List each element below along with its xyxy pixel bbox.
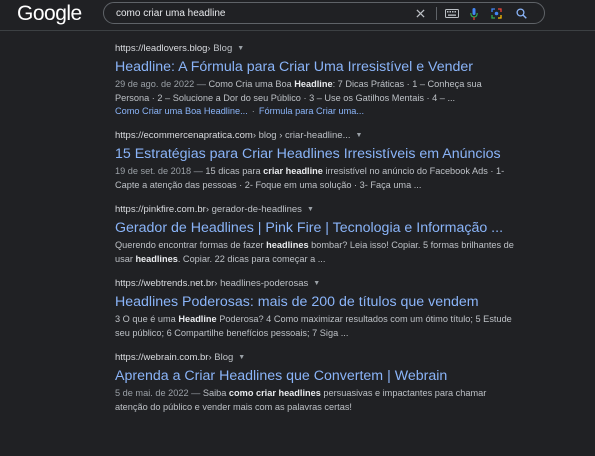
result-url[interactable]: https://webtrends.net.br › headlines-pod…: [115, 277, 515, 290]
microphone-icon[interactable]: [468, 7, 480, 20]
more-vert-icon[interactable]: ▼: [237, 42, 244, 55]
snippet-highlight: como criar headlines: [228, 388, 321, 398]
result-title[interactable]: Aprenda a Criar Headlines que Convertem …: [115, 367, 515, 386]
result-snippet: 29 de ago. de 2022 — Como Cria uma Boa H…: [115, 78, 515, 105]
sitelink[interactable]: Fórmula para Criar uma...: [259, 106, 364, 116]
search-result: https://pinkfire.com.br › gerador-de-hea…: [115, 203, 515, 266]
more-vert-icon[interactable]: ▼: [307, 203, 314, 216]
result-title[interactable]: 15 Estratégias para Criar Headlines Irre…: [115, 145, 515, 164]
snippet-text: Querendo encontrar formas de fazer: [115, 240, 267, 250]
result-snippet: 5 de mai. de 2022 — Saiba como criar hea…: [115, 387, 515, 414]
result-path: › Blog: [208, 352, 234, 363]
result-url[interactable]: https://leadlovers.blog › Blog ▼: [115, 42, 515, 55]
snippet-highlight: Headline: [178, 314, 217, 324]
more-vert-icon[interactable]: ▼: [313, 277, 320, 290]
more-vert-icon[interactable]: ▼: [238, 351, 245, 364]
result-path: › Blog: [207, 43, 233, 54]
search-result: https://webrain.com.br › Blog ▼ Aprenda …: [115, 351, 515, 414]
result-sitelinks: Como Criar uma Boa Headline... · Fórmula p…: [115, 105, 515, 118]
result-snippet: Querendo encontrar formas de fazer headl…: [115, 239, 515, 266]
top-bar: Google: [0, 0, 595, 30]
result-domain: https://webrain.com.br: [115, 352, 209, 363]
search-divider: [436, 7, 437, 20]
snippet-text: Saiba: [202, 388, 229, 398]
result-domain: https://leadlovers.blog: [115, 43, 208, 54]
snippet-text: 15 dicas para: [205, 166, 264, 176]
snippet-highlight: headlines: [135, 253, 178, 264]
result-path: › headlines-poderosas: [214, 278, 309, 289]
more-vert-icon[interactable]: ▼: [356, 129, 363, 142]
search-icon[interactable]: [514, 7, 528, 20]
result-url[interactable]: https://ecommercenapratica.com › blog › …: [115, 129, 515, 142]
search-results: https://leadlovers.blog › Blog ▼ Headlin…: [115, 42, 515, 425]
search-result: https://webtrends.net.br › headlines-pod…: [115, 277, 515, 340]
result-snippet: 19 de set. de 2018 — 15 dicas para criar…: [115, 165, 515, 192]
result-domain: https://ecommercenapratica.com: [115, 130, 253, 141]
sitelink-separator: ·: [251, 106, 255, 116]
snippet-text: Como Cria uma Boa: [208, 79, 295, 89]
result-domain: https://pinkfire.com.br: [115, 204, 206, 215]
result-url[interactable]: https://pinkfire.com.br › gerador-de-hea…: [115, 203, 515, 216]
result-title[interactable]: Headline: A Fórmula para Criar Uma Irres…: [115, 58, 515, 77]
sitelink[interactable]: Como Criar uma Boa Headline...: [115, 106, 248, 116]
google-logo[interactable]: Google: [17, 1, 82, 27]
camera-icon[interactable]: [490, 7, 502, 20]
snippet-highlight: Headline: [294, 79, 333, 89]
result-date: 19 de set. de 2018 —: [115, 166, 206, 176]
search-input[interactable]: [116, 5, 396, 21]
result-snippet: 3 O que é uma Headline Poderosa? 4 Como …: [115, 313, 515, 340]
close-icon[interactable]: [414, 7, 426, 20]
snippet-text: 3 O que é uma: [115, 314, 179, 324]
snippet-highlight: headlines: [266, 240, 309, 250]
result-domain: https://webtrends.net.br: [115, 278, 215, 289]
result-path: › gerador-de-headlines: [205, 204, 302, 215]
result-date: 5 de mai. de 2022 —: [115, 388, 203, 398]
header-divider: [0, 30, 595, 31]
search-result: https://ecommercenapratica.com › blog › …: [115, 129, 515, 192]
snippet-highlight: criar headline: [263, 166, 323, 176]
snippet-text: . Copiar. 22 dicas para começar a ...: [177, 253, 326, 264]
result-path: › blog › criar-headline...: [252, 130, 351, 141]
search-result: https://leadlovers.blog › Blog ▼ Headlin…: [115, 42, 515, 118]
search-box[interactable]: [103, 2, 545, 24]
result-title[interactable]: Headlines Poderosas: mais de 200 de títu…: [115, 293, 515, 312]
result-date: 29 de ago. de 2022 —: [115, 79, 209, 89]
result-url[interactable]: https://webrain.com.br › Blog ▼: [115, 351, 515, 364]
keyboard-icon[interactable]: [444, 7, 460, 20]
result-title[interactable]: Gerador de Headlines | Pink Fire | Tecno…: [115, 219, 515, 238]
